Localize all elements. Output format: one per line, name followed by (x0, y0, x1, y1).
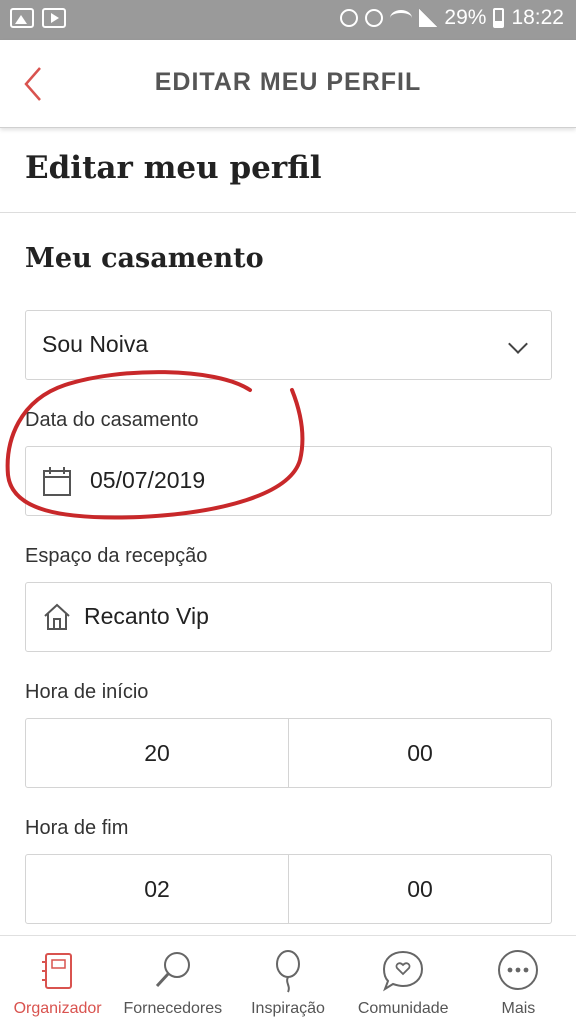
nav-organizador[interactable]: Organizador (0, 936, 115, 1024)
reception-field[interactable]: Recanto Vip (25, 582, 552, 652)
gallery-icon (10, 8, 34, 28)
role-select-value: Sou Noiva (42, 331, 149, 357)
wifi-icon (390, 10, 413, 26)
app-bar: EDITAR MEU PERFIL (0, 40, 576, 128)
battery-icon (493, 8, 505, 28)
nav-inspiracao[interactable]: Inspiração (230, 936, 345, 1024)
reception-value: Recanto Vip (84, 603, 209, 629)
signal-icon (419, 9, 438, 27)
nav-label: Inspiração (251, 1000, 325, 1017)
youtube-icon (42, 8, 66, 28)
app-bar-title: EDITAR MEU PERFIL (154, 68, 422, 96)
start-time-field: 20 00 (25, 718, 552, 788)
end-time-label: Hora de fim (25, 817, 129, 839)
alarm-icon (365, 9, 384, 27)
bottom-navigation: Organizador Fornecedores Inspiração Comu… (0, 935, 576, 1024)
divider (0, 212, 576, 213)
nav-label: Organizador (13, 1000, 102, 1017)
notebook-icon (33, 946, 83, 996)
wedding-date-field[interactable]: 05/07/2019 (25, 446, 552, 516)
status-bar: 29% 18:22 (0, 0, 576, 40)
notification-icons (10, 8, 66, 28)
wedding-date-value: 05/07/2019 (90, 467, 206, 493)
balloon-icon (263, 946, 313, 996)
nav-fornecedores[interactable]: Fornecedores (115, 936, 230, 1024)
start-minute-select[interactable]: 00 (288, 719, 551, 787)
reception-label: Espaço da recepção (25, 545, 208, 567)
nav-comunidade[interactable]: Comunidade (346, 936, 461, 1024)
nav-label: Fornecedores (123, 1000, 223, 1017)
nav-mais[interactable]: Mais (461, 936, 576, 1024)
battery-percent: 29% (444, 6, 487, 29)
mute-icon (340, 9, 359, 27)
page-title: Editar meu perfil (25, 150, 322, 186)
start-hour-select[interactable]: 20 (26, 719, 288, 787)
system-icons: 29% 18:22 (340, 6, 564, 30)
calendar-icon (42, 465, 72, 497)
start-time-label: Hora de início (25, 681, 149, 703)
nav-label: Mais (501, 1000, 536, 1017)
clock: 18:22 (511, 6, 564, 29)
magnifier-icon (148, 946, 198, 996)
chat-heart-icon (378, 946, 428, 996)
wedding-date-label: Data do casamento (25, 409, 199, 431)
nav-label: Comunidade (357, 1000, 449, 1017)
end-hour-select[interactable]: 02 (26, 855, 288, 923)
section-title: Meu casamento (25, 243, 264, 274)
chevron-down-icon (508, 334, 528, 354)
end-minute-select[interactable]: 00 (288, 855, 551, 923)
role-select[interactable]: Sou Noiva (25, 310, 552, 380)
end-time-field: 02 00 (25, 854, 552, 924)
more-dots-icon (493, 946, 543, 996)
house-icon (42, 601, 72, 633)
